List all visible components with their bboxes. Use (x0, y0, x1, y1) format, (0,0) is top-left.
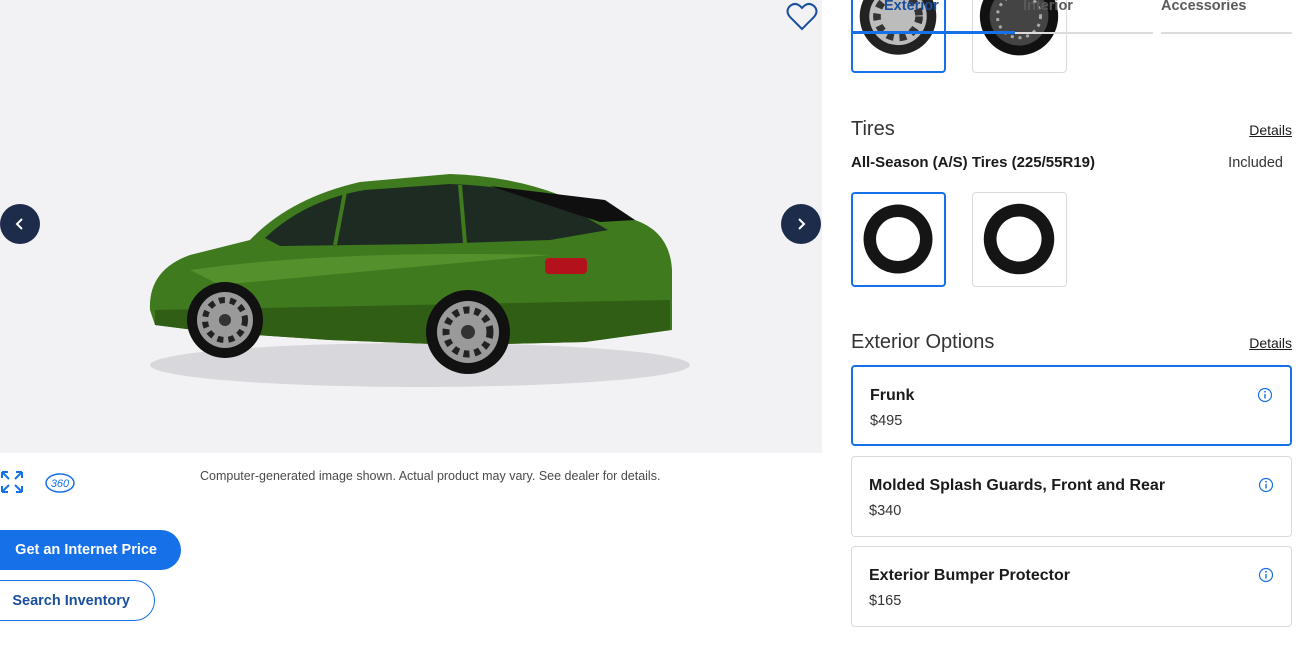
tab-interior[interactable]: Interior (1015, 0, 1153, 34)
search-inventory-button[interactable]: Search Inventory (0, 580, 155, 621)
selected-tire-name: All-Season (A/S) Tires (225/55R19) (851, 154, 1095, 171)
option-name: Exterior Bumper Protector (869, 567, 1070, 584)
vehicle-image (149, 174, 690, 387)
exterior-options-heading: Exterior Options (851, 331, 995, 353)
tab-exterior[interactable]: Exterior (852, 0, 1015, 34)
vehicle-viewer (0, 0, 822, 453)
option-name: Frunk (870, 387, 915, 404)
option-price: $165 (869, 593, 902, 609)
tires-details-link[interactable]: Details (1249, 122, 1292, 138)
option-card-frunk[interactable]: Frunk $495 (851, 365, 1292, 446)
option-name: Molded Splash Guards, Front and Rear (869, 477, 1166, 494)
previous-image-button[interactable] (0, 204, 40, 244)
get-internet-price-button[interactable]: Get an Internet Price (0, 530, 181, 570)
info-icon[interactable] (1257, 387, 1273, 403)
configurator-panel: Exterior Interior Accessories Tires Deta… (822, 0, 1300, 645)
next-image-button[interactable] (781, 204, 821, 244)
info-icon[interactable] (1258, 567, 1274, 583)
expand-fullscreen-icon[interactable] (0, 470, 24, 494)
rotate-360-icon[interactable]: 360 (44, 468, 76, 496)
option-price: $495 (870, 413, 903, 429)
tires-heading: Tires (851, 118, 895, 140)
option-card-bumper-protector[interactable]: Exterior Bumper Protector $165 (851, 546, 1292, 627)
tire-option-1[interactable] (851, 192, 946, 287)
rotate-360-label: 360 (51, 478, 70, 490)
tab-accessories[interactable]: Accessories (1161, 0, 1292, 34)
chevron-left-icon (15, 218, 23, 230)
image-disclaimer: Computer-generated image shown. Actual p… (200, 469, 661, 483)
favorite-heart-icon[interactable] (786, 2, 818, 32)
tab-exterior-label: Exterior (884, 0, 939, 14)
category-tabs: Exterior Interior Accessories (852, 0, 1292, 36)
info-icon[interactable] (1258, 477, 1274, 493)
tire-option-2[interactable] (972, 192, 1067, 287)
exterior-options-details-link[interactable]: Details (1249, 335, 1292, 351)
chevron-right-icon (798, 218, 806, 230)
tab-interior-label: Interior (1023, 0, 1073, 14)
tab-accessories-label: Accessories (1161, 0, 1247, 14)
option-price: $340 (869, 503, 902, 519)
option-card-splash-guards[interactable]: Molded Splash Guards, Front and Rear $34… (851, 456, 1292, 537)
tire-included-status: Included (1228, 155, 1283, 171)
